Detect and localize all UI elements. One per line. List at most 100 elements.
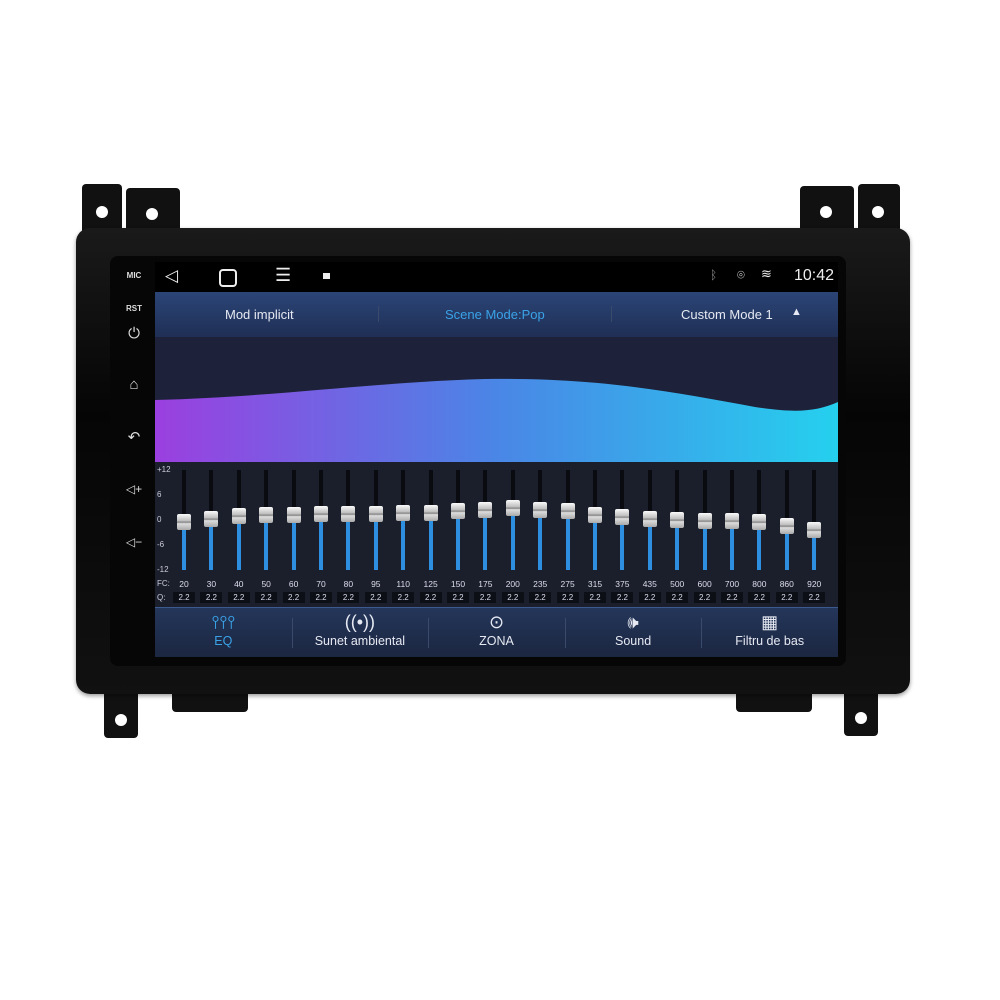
band-frequency: 800 (752, 579, 767, 589)
slider-knob[interactable] (451, 502, 465, 519)
band-q-value[interactable]: 2.2 (282, 592, 305, 603)
band-q-value[interactable]: 2.2 (200, 592, 223, 603)
band-frequency: 95 (371, 579, 381, 589)
band-q-value[interactable]: 2.2 (364, 592, 387, 603)
band-frequency: 200 (505, 579, 520, 589)
equalizer-icon: ⫯⫯⫯ (211, 612, 236, 632)
fc-label: FC: (157, 579, 170, 588)
bottom-tabs: ⫯⫯⫯ EQ ((•)) Sunet ambiental ⊙ ZONA 🕪 Sound ▦ Fil… (155, 607, 838, 657)
band-frequency: 150 (450, 579, 466, 589)
tab-divider (291, 618, 293, 648)
slider-knob[interactable] (533, 501, 548, 518)
slider-knob[interactable] (478, 502, 493, 518)
slider-knob[interactable] (423, 504, 438, 521)
band-frequency: 30 (206, 579, 217, 589)
bracket-bottom-left (104, 688, 138, 738)
slider-knob[interactable] (396, 504, 411, 521)
slider-knob[interactable] (341, 506, 356, 523)
home-side-icon[interactable]: ⌂ (114, 376, 154, 393)
band-q-value[interactable]: 2.2 (227, 592, 250, 603)
home-icon[interactable] (219, 269, 237, 287)
mode-bar: Mod implicit Scene Mode:Pop Custom Mode … (155, 292, 838, 337)
band-frequency: 500 (670, 579, 685, 589)
back-icon[interactable]: ◁ (165, 266, 178, 286)
band-q-value[interactable]: 2.2 (501, 592, 524, 603)
slider-knob[interactable] (697, 512, 712, 529)
band-q-value[interactable]: 2.2 (666, 592, 689, 603)
volume-up-icon[interactable]: ◁+ (114, 482, 154, 496)
band-q-value[interactable]: 2.2 (638, 592, 661, 603)
slider-knob[interactable] (560, 502, 575, 519)
bluetooth-icon: ᛒ (710, 268, 718, 282)
power-icon[interactable]: ⏻ (114, 325, 154, 342)
band-q-value[interactable]: 2.2 (419, 592, 442, 603)
slider-fill (401, 512, 406, 570)
tab-sound[interactable]: 🕪 Sound (565, 608, 702, 657)
tab-divider (564, 618, 566, 648)
surround-icon: ((•)) (344, 612, 376, 632)
slider-fill (565, 510, 570, 570)
slider-knob[interactable] (725, 512, 739, 529)
slider-fill (456, 510, 460, 570)
slider-knob[interactable] (204, 510, 219, 527)
band-q-value[interactable]: 2.2 (775, 592, 798, 603)
band-frequency: 235 (533, 579, 548, 589)
slider-knob[interactable] (779, 517, 794, 534)
default-mode-button[interactable]: Mod implicit (225, 307, 294, 322)
tab-sunet-ambiental[interactable]: ((•)) Sunet ambiental (292, 608, 429, 657)
back-side-icon[interactable]: ↶ (114, 428, 154, 446)
slider-knob[interactable] (368, 506, 383, 523)
reset-button[interactable]: RST (114, 304, 154, 313)
band-frequency: 40 (234, 579, 244, 589)
band-q-value[interactable]: 2.2 (173, 592, 195, 603)
tab-divider (701, 618, 703, 648)
band-q-value[interactable]: 2.2 (255, 592, 278, 603)
custom-mode-button[interactable]: Custom Mode 1 (681, 307, 773, 322)
menu-icon[interactable]: ☰ (275, 265, 291, 286)
band-q-value[interactable]: 2.2 (447, 592, 469, 603)
slider-knob[interactable] (588, 507, 602, 523)
slider-knob[interactable] (177, 514, 191, 531)
band-q-value[interactable]: 2.2 (310, 592, 332, 603)
band-q-value[interactable]: 2.2 (721, 592, 743, 603)
volume-down-icon[interactable]: ◁− (114, 535, 154, 549)
tab-zona[interactable]: ⊙ ZONA (428, 608, 565, 657)
tab-filtru-de-bas[interactable]: ▦ Filtru de bas (701, 608, 838, 657)
slider-knob[interactable] (505, 499, 520, 516)
band-frequency: 920 (807, 579, 822, 589)
slider-fill (291, 515, 296, 570)
band-frequency: 80 (343, 579, 354, 589)
slider-knob[interactable] (314, 506, 328, 523)
band-frequency: 700 (724, 579, 740, 589)
band-q-value[interactable]: 2.2 (803, 592, 826, 603)
slider-knob[interactable] (670, 512, 685, 528)
band-q-value[interactable]: 2.2 (584, 592, 606, 603)
bracket-top-left (82, 184, 122, 234)
band-q-value[interactable]: 2.2 (529, 592, 552, 603)
bracket-top-right-2 (858, 184, 900, 234)
band-q-value[interactable]: 2.2 (474, 592, 497, 603)
q-label: Q: (157, 593, 166, 602)
band-q-value[interactable]: 2.2 (392, 592, 415, 603)
slider-knob[interactable] (752, 514, 767, 531)
band-frequency: 860 (779, 579, 794, 589)
target-icon: ⊙ (488, 612, 505, 632)
wifi-icon: ≋ (761, 266, 772, 281)
slider-fill (264, 515, 269, 570)
slider-knob[interactable] (231, 507, 246, 524)
slider-knob[interactable] (807, 522, 822, 538)
scene-mode-button[interactable]: Scene Mode:Pop (445, 307, 545, 322)
band-q-value[interactable]: 2.2 (556, 592, 579, 603)
slider-knob[interactable] (642, 510, 657, 527)
band-frequency: 435 (642, 579, 657, 589)
band-q-value[interactable]: 2.2 (693, 592, 716, 603)
band-q-value[interactable]: 2.2 (611, 592, 634, 603)
tab-eq[interactable]: ⫯⫯⫯ EQ (155, 608, 292, 657)
slider-knob[interactable] (615, 509, 630, 526)
expand-up-icon[interactable]: ▲ (791, 306, 802, 318)
band-q-value[interactable]: 2.2 (337, 592, 360, 603)
slider-knob[interactable] (259, 507, 274, 523)
slider-knob[interactable] (286, 507, 301, 523)
band-frequency: 110 (396, 579, 410, 589)
band-q-value[interactable]: 2.2 (748, 592, 771, 603)
